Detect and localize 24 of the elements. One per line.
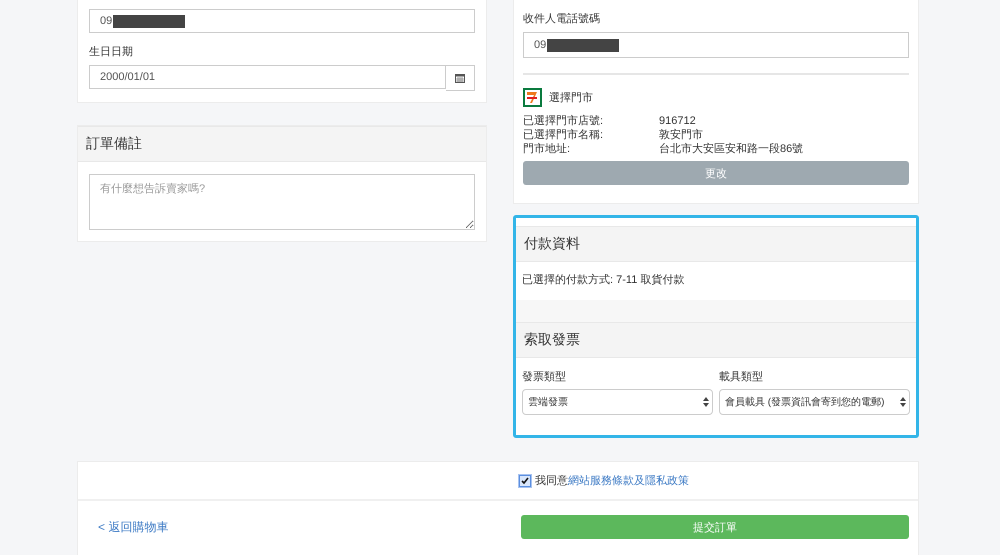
- info-value: 敦安門市: [659, 128, 704, 142]
- terms-link[interactable]: 網站服務條款及隱私政策: [568, 473, 689, 488]
- section-heading: 索取發票: [516, 322, 916, 358]
- section-heading: 訂單備註: [78, 126, 486, 162]
- field-label: 發票類型: [522, 370, 567, 384]
- select-field[interactable]: 會員載具 (發票資訊會寄到您的電郵): [719, 389, 910, 415]
- field-label: 生日日期: [89, 45, 134, 59]
- phone-field[interactable]: 09: [523, 32, 909, 58]
- note-textarea[interactable]: 有什麼想告訴賣家嗎?: [89, 174, 475, 230]
- payment-method-text: 已選擇的付款方式: 7-11 取貨付款: [522, 274, 684, 286]
- date-field[interactable]: 2000/01/01: [89, 65, 446, 89]
- info-value: 台北市大安區安和路一段86號: [659, 142, 804, 156]
- agree-text: 我同意: [535, 474, 568, 488]
- field-label: 收件人電話號碼: [523, 12, 601, 26]
- info-label: 已選擇門市名稱:: [523, 128, 604, 142]
- store-title: 選擇門市: [549, 90, 593, 105]
- info-label: 門市地址:: [523, 142, 572, 156]
- field-label: 載具類型: [719, 370, 764, 384]
- info-value: 916712: [659, 114, 697, 128]
- phone-field[interactable]: 09: [89, 9, 475, 33]
- back-link[interactable]: < 返回購物車: [98, 518, 168, 536]
- select-field[interactable]: 雲端發票: [522, 389, 713, 415]
- section-heading: 付款資料: [516, 226, 916, 262]
- info-label: 已選擇門市店號:: [523, 114, 604, 128]
